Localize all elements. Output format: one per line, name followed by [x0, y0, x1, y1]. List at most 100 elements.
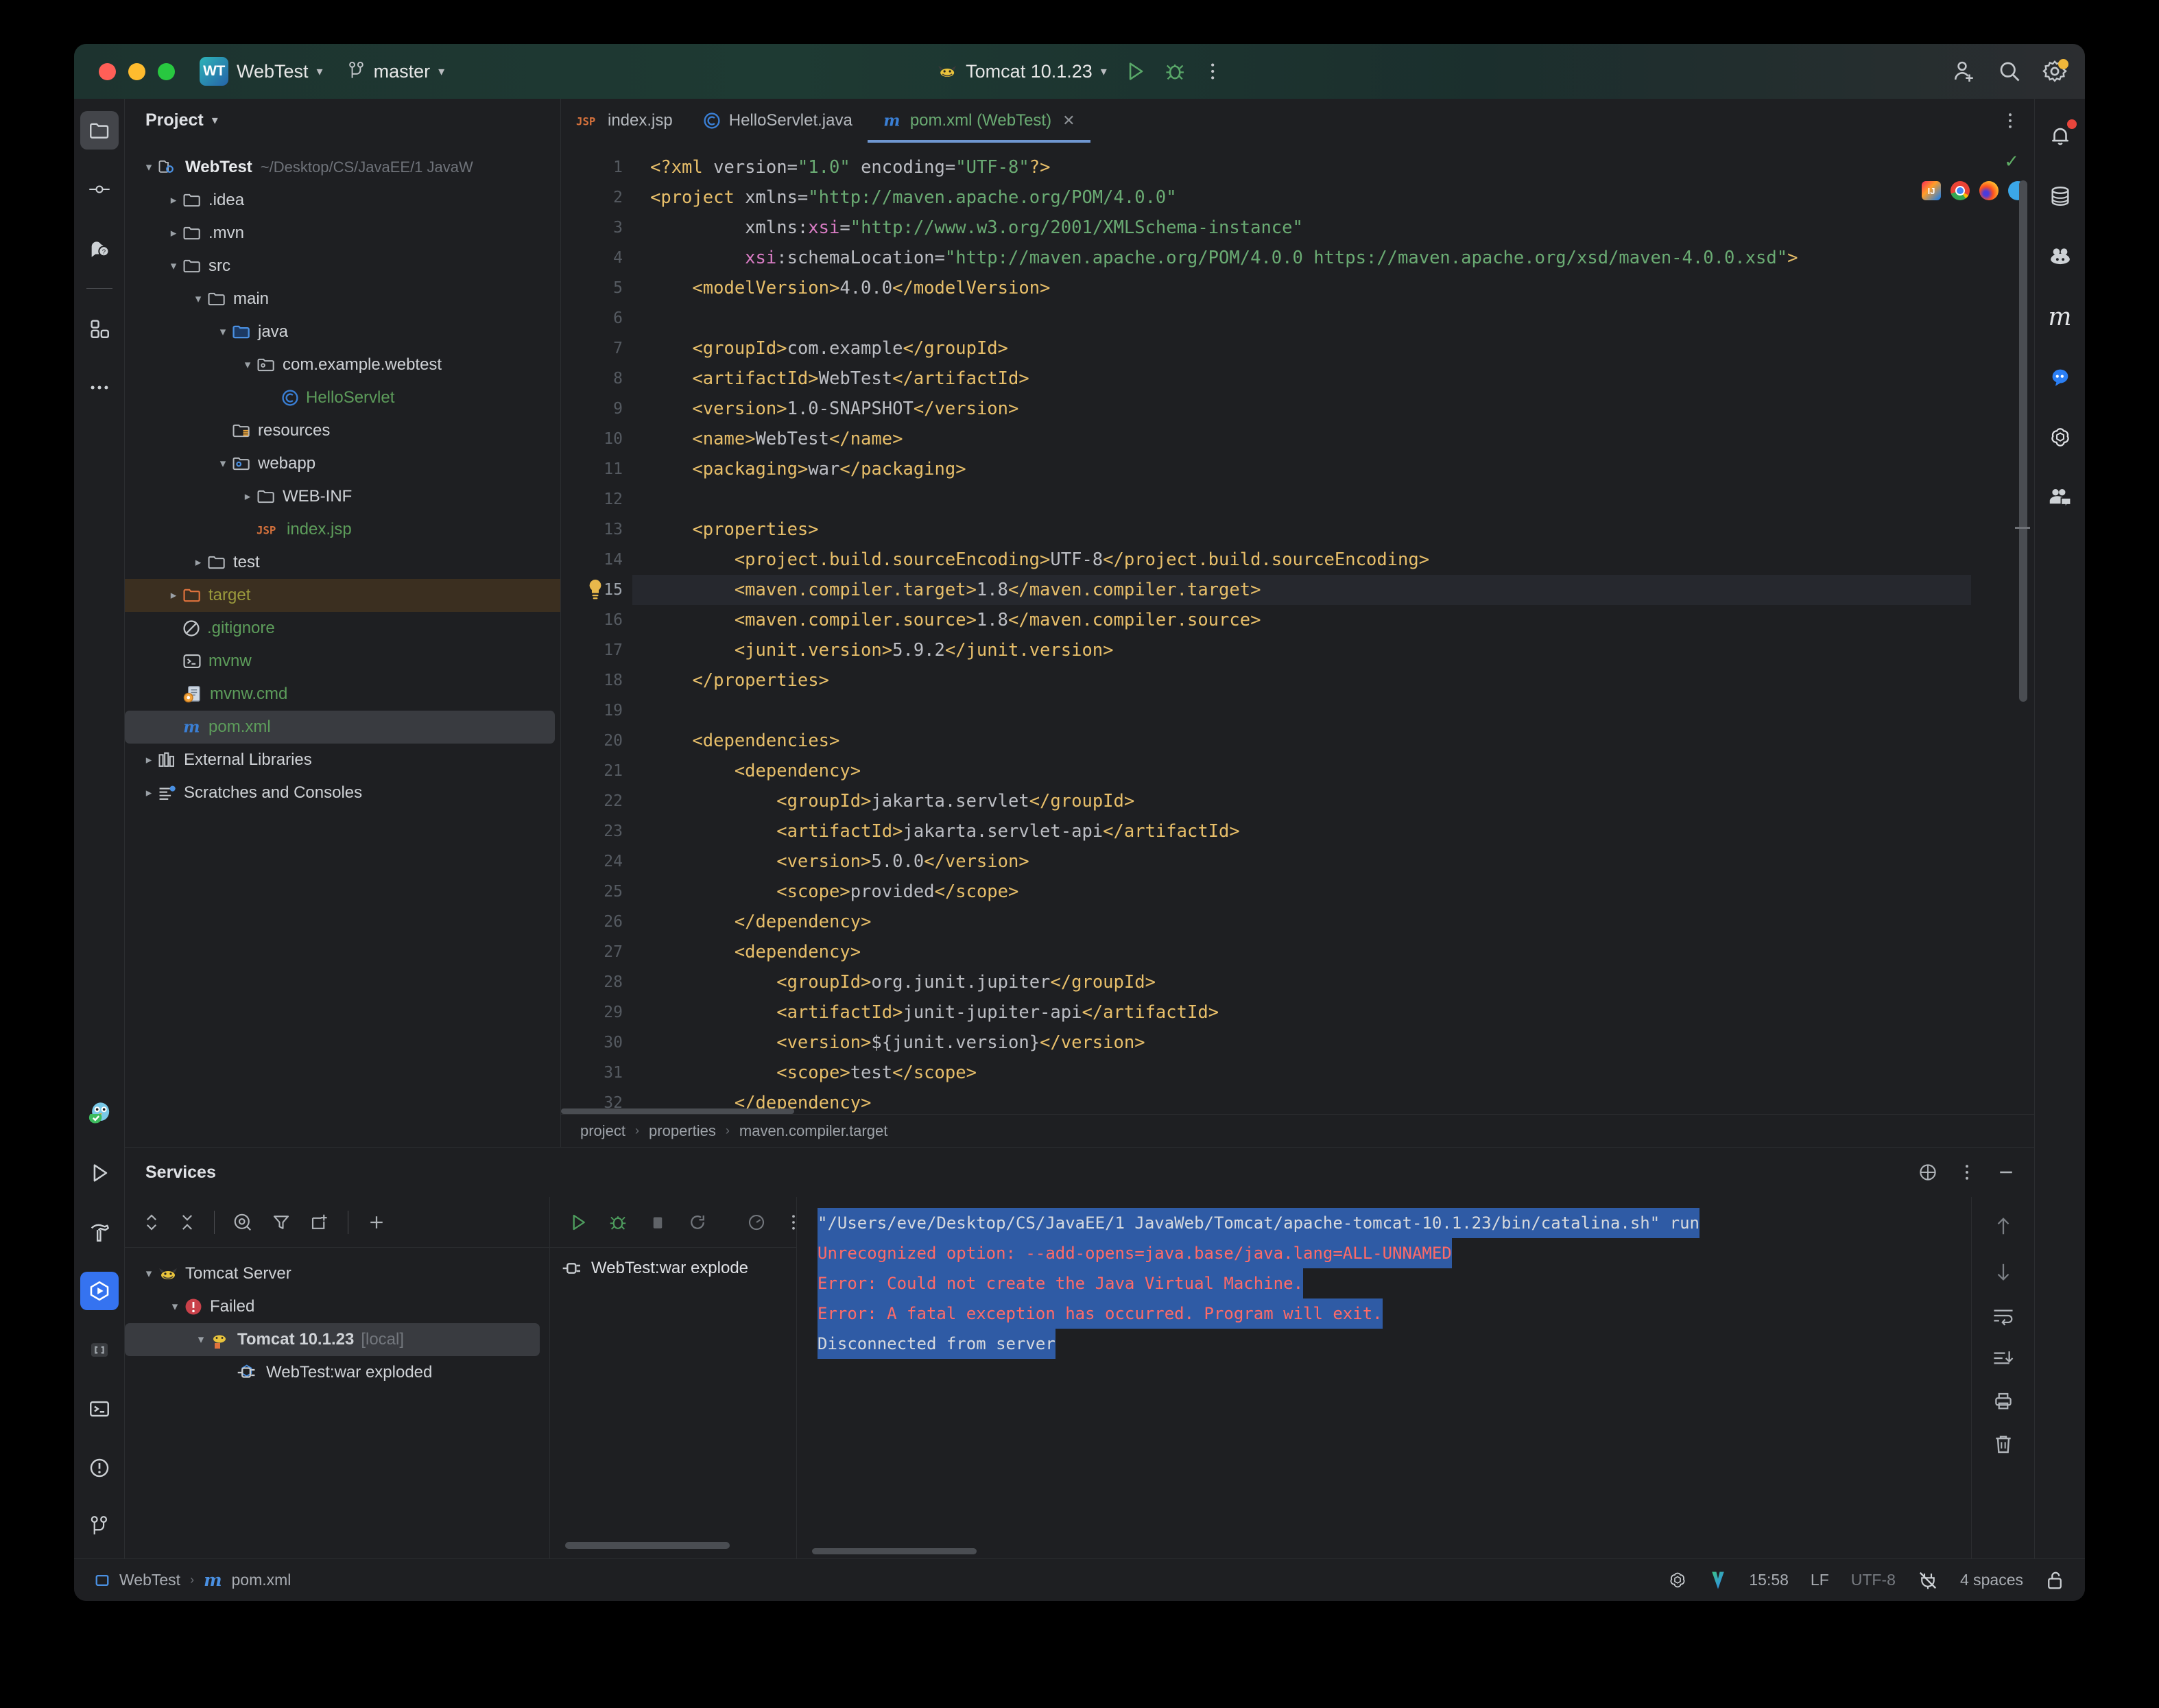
- project-tree-item-src[interactable]: ▾src: [125, 250, 560, 283]
- chevron-right-icon[interactable]: ▸: [165, 589, 182, 602]
- code-line[interactable]: <scope>provided</scope>: [632, 877, 1971, 907]
- code-line[interactable]: </properties>: [632, 665, 1971, 696]
- project-tree-item-pom-xml[interactable]: mpom.xml: [125, 711, 555, 744]
- project-tree-item-index-jsp[interactable]: JSPindex.jsp: [125, 513, 560, 546]
- code-line[interactable]: <artifactId>jakarta.servlet-api</artifac…: [632, 816, 1971, 846]
- code-line[interactable]: <name>WebTest</name>: [632, 424, 1971, 454]
- code-line[interactable]: <project xmlns="http://maven.apache.org/…: [632, 182, 1971, 213]
- code-line[interactable]: <dependency>: [632, 937, 1971, 967]
- restart-button[interactable]: [687, 1212, 708, 1233]
- collapse-all-icon[interactable]: [178, 1212, 196, 1233]
- editor-tab-pom-xml[interactable]: mpom.xml (WebTest)✕: [868, 99, 1090, 143]
- database-icon[interactable]: [2041, 177, 2079, 215]
- chrome-icon[interactable]: [1951, 181, 1970, 200]
- sidebar-item-problems[interactable]: [80, 1449, 119, 1487]
- status-project-name[interactable]: WebTest: [119, 1571, 180, 1589]
- show-services-icon[interactable]: [232, 1212, 253, 1233]
- print-icon[interactable]: [1992, 1390, 2014, 1411]
- code-line[interactable]: <groupId>org.junit.jupiter</groupId>: [632, 967, 1971, 997]
- maven-m-icon[interactable]: m: [2041, 298, 2079, 336]
- run-configuration-selector[interactable]: Tomcat 10.1.23 ▾: [937, 61, 1107, 82]
- add-service-icon[interactable]: [366, 1212, 387, 1233]
- chevron-down-icon[interactable]: ▾: [166, 1300, 184, 1314]
- stop-button[interactable]: [647, 1212, 668, 1233]
- sidebar-item-version-control[interactable]: [80, 1508, 119, 1546]
- chevron-down-icon[interactable]: ▾: [212, 113, 218, 128]
- services-tree-item-webtest-war-exploded[interactable]: WebTest:war exploded: [125, 1356, 549, 1389]
- chevron-right-icon[interactable]: ▸: [239, 490, 257, 503]
- openai-icon[interactable]: [2041, 418, 2079, 457]
- chevron-down-icon[interactable]: ▾: [140, 161, 158, 174]
- project-tree-item-mvn[interactable]: ▸.mvn: [125, 217, 560, 250]
- code-line[interactable]: <maven.compiler.target>1.8</maven.compil…: [632, 575, 1971, 605]
- code-line[interactable]: <packaging>war</packaging>: [632, 454, 1971, 484]
- clear-console-icon[interactable]: [1992, 1433, 2014, 1455]
- status-file-name[interactable]: pom.xml: [232, 1571, 291, 1589]
- code-line[interactable]: <scope>test</scope>: [632, 1058, 1971, 1088]
- sidebar-item-structure[interactable]: [80, 1331, 119, 1369]
- notifications-bell-icon[interactable]: [2041, 117, 2079, 155]
- sidebar-item-commit[interactable]: [80, 170, 119, 209]
- status-indent[interactable]: 4 spaces: [1960, 1571, 2023, 1589]
- project-tree-item-helloservlet[interactable]: HelloServlet: [125, 381, 560, 414]
- project-tree-item-web-inf[interactable]: ▸WEB-INF: [125, 480, 560, 513]
- code-line[interactable]: [632, 696, 1971, 726]
- code-line[interactable]: <dependency>: [632, 756, 1971, 786]
- project-tree-item-webtest[interactable]: ▾WebTest~/Desktop/CS/JavaEE/1 JavaW: [125, 151, 560, 184]
- project-tree-item-resources[interactable]: resources: [125, 414, 560, 447]
- breadcrumb-item[interactable]: project: [580, 1122, 625, 1140]
- search-icon[interactable]: [1997, 59, 2022, 84]
- code-line[interactable]: xsi:schemaLocation="http://maven.apache.…: [632, 243, 1971, 273]
- project-tree-item-webapp[interactable]: ▾webapp: [125, 447, 560, 480]
- sidebar-item-run[interactable]: [80, 1154, 119, 1192]
- rerun-button[interactable]: [568, 1212, 588, 1233]
- maximize-window-button[interactable]: [158, 63, 175, 80]
- firefox-icon[interactable]: [1979, 181, 1999, 200]
- code-line[interactable]: <dependencies>: [632, 726, 1971, 756]
- code-line[interactable]: <maven.compiler.source>1.8</maven.compil…: [632, 605, 1971, 635]
- intellij-icon[interactable]: IJ: [1922, 181, 1941, 200]
- project-tree-item-idea[interactable]: ▸.idea: [125, 184, 560, 217]
- intention-lightbulb-icon[interactable]: [586, 578, 605, 606]
- code-line[interactable]: <version>1.0-SNAPSHOT</version>: [632, 394, 1971, 424]
- chevron-right-icon[interactable]: ▸: [140, 786, 158, 800]
- code-content[interactable]: <?xml version="1.0" encoding="UTF-8"?><p…: [632, 143, 1971, 1114]
- code-line[interactable]: <project.build.sourceEncoding>UTF-8</pro…: [632, 545, 1971, 575]
- services-tree-item-tomcat-10-1-23[interactable]: ▾Tomcat 10.1.23[local]: [125, 1323, 540, 1356]
- project-tree-item-test[interactable]: ▸test: [125, 546, 560, 579]
- project-tree-item-mvnw[interactable]: mvnw: [125, 645, 560, 678]
- ai-face-icon[interactable]: [2041, 237, 2079, 276]
- sidebar-item-qodana[interactable]: [80, 1095, 119, 1133]
- deployment-horizontal-scrollbar[interactable]: [565, 1542, 730, 1549]
- breadcrumb-item[interactable]: properties: [649, 1122, 716, 1140]
- project-tree[interactable]: ▾WebTest~/Desktop/CS/JavaEE/1 JavaW▸.ide…: [125, 141, 560, 1147]
- services-more-icon[interactable]: [1959, 1162, 1975, 1183]
- soft-wrap-icon[interactable]: [1992, 1305, 2014, 1326]
- code-line[interactable]: <?xml version="1.0" encoding="UTF-8"?>: [632, 152, 1971, 182]
- chevron-down-icon[interactable]: ▾: [214, 325, 232, 339]
- code-line[interactable]: <artifactId>junit-jupiter-api</artifactI…: [632, 997, 1971, 1028]
- services-minimize-icon[interactable]: [1996, 1162, 2016, 1183]
- code-with-me-icon[interactable]: [2041, 479, 2079, 517]
- editor-horizontal-scrollbar[interactable]: [561, 1107, 2034, 1114]
- project-selector[interactable]: WT WebTest ▾: [200, 57, 323, 86]
- sidebar-item-build[interactable]: [80, 1213, 119, 1251]
- sidebar-item-terminal[interactable]: [80, 1390, 119, 1428]
- chevron-right-icon[interactable]: ▸: [165, 193, 182, 207]
- console-text[interactable]: "/Users/eve/Desktop/CS/JavaEE/1 JavaWeb/…: [818, 1197, 1971, 1558]
- code-line[interactable]: [632, 484, 1971, 514]
- editor-tab-index-jsp[interactable]: JSPindex.jsp: [561, 99, 688, 143]
- services-settings-icon[interactable]: [1918, 1162, 1938, 1183]
- filter-icon[interactable]: [271, 1212, 291, 1233]
- unlock-icon[interactable]: [2045, 1570, 2064, 1591]
- add-collaborator-button[interactable]: [1952, 59, 1977, 84]
- sidebar-item-plugins[interactable]: [80, 309, 119, 348]
- console-horizontal-scrollbar[interactable]: [812, 1548, 977, 1554]
- code-line[interactable]: <junit.version>5.9.2</junit.version>: [632, 635, 1971, 665]
- sidebar-item-project[interactable]: [80, 111, 119, 150]
- code-line[interactable]: <groupId>jakarta.servlet</groupId>: [632, 786, 1971, 816]
- services-tree[interactable]: ▾Tomcat Server▾Failed▾Tomcat 10.1.23[loc…: [125, 1248, 549, 1558]
- sidebar-item-more[interactable]: [80, 368, 119, 407]
- close-icon[interactable]: ✕: [1062, 112, 1075, 130]
- inspection-status-icon[interactable]: ✓: [2004, 151, 2019, 172]
